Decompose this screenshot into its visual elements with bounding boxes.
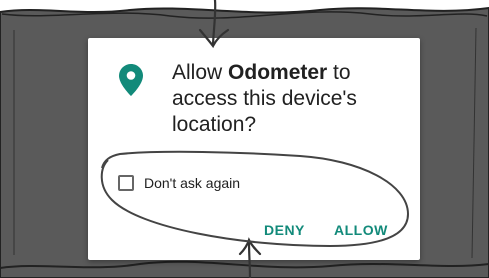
- permission-dialog: Allow Odometer to access this device's l…: [88, 38, 420, 260]
- permission-message: Allow Odometer to access this device's l…: [172, 60, 412, 138]
- message-prefix: Allow: [172, 61, 229, 84]
- dont-ask-again-checkbox[interactable]: [118, 175, 134, 191]
- dont-ask-again-label: Don't ask again: [144, 175, 241, 191]
- allow-button[interactable]: ALLOW: [328, 218, 394, 242]
- app-name: Odometer: [228, 61, 328, 84]
- location-pin-icon: [119, 64, 143, 96]
- dont-ask-again-option[interactable]: Don't ask again: [118, 172, 240, 194]
- deny-button[interactable]: DENY: [258, 218, 311, 242]
